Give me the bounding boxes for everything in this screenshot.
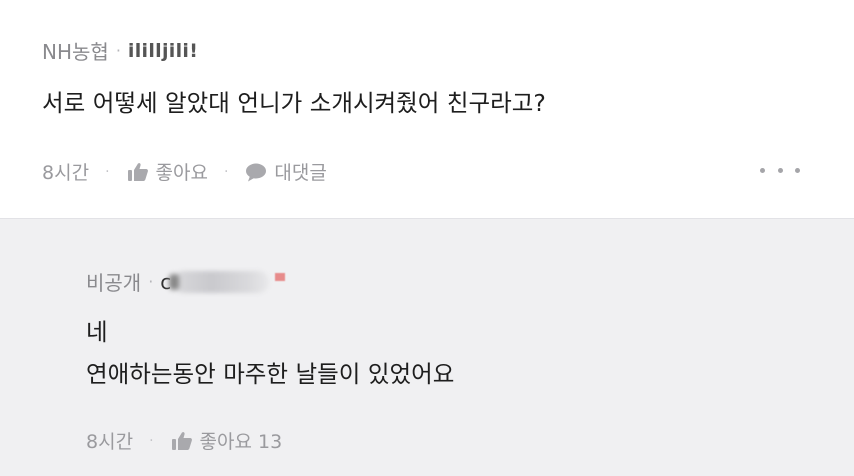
action-separator: ·: [149, 432, 154, 449]
comment-handle[interactable]: ililljili!: [128, 40, 198, 62]
reply-like-label: 좋아요 13: [199, 431, 283, 453]
more-dot: [760, 167, 765, 173]
thumbs-up-icon: [170, 430, 194, 452]
reply-label: 대댓글: [274, 162, 327, 184]
reply-actions: 8시간 · 좋아요 13: [86, 427, 282, 454]
reply-nickname[interactable]: 비공개: [86, 267, 141, 296]
action-separator: ·: [105, 163, 110, 180]
comment: NH농협 · ililljili! 서로 어떻세 알았대 언니가 소개시켜줬어 …: [0, 0, 854, 218]
reply-meta: 비공개 · c: [86, 267, 286, 296]
like-label: 좋아요: [155, 162, 208, 184]
meta-separator: ·: [148, 272, 154, 291]
blurred-handle: [173, 270, 270, 293]
reply-time: 8시간: [86, 431, 134, 453]
like-button[interactable]: 좋아요: [126, 158, 208, 185]
blurred-badge: [275, 272, 286, 281]
more-dots-icon[interactable]: [760, 160, 800, 180]
reply-text-line1: 네: [86, 318, 108, 346]
reply: 비공개 · c 네 연애하는동안 마주한 날들이 있었어요 8시간 · 좋아요 …: [0, 218, 854, 476]
thumbs-up-icon: [126, 161, 150, 183]
more-dot: [795, 167, 800, 173]
more-dot: [777, 167, 783, 173]
comment-nickname[interactable]: NH농협: [42, 36, 109, 65]
meta-separator: ·: [115, 41, 121, 60]
comment-meta: NH농협 · ililljili!: [42, 36, 198, 65]
comment-actions: 8시간 · 좋아요 · 대댓글: [42, 158, 327, 185]
speech-bubble-icon: [244, 161, 268, 183]
reply-button[interactable]: 대댓글: [244, 158, 327, 185]
action-separator: ·: [223, 163, 229, 180]
comment-time: 8시간: [42, 162, 90, 184]
reply-text-line2: 연애하는동안 마주한 날들이 있었어요: [86, 360, 455, 388]
comment-text: 서로 어떻세 알았대 언니가 소개시켜줬어 친구라고?: [42, 89, 546, 117]
reply-like-button[interactable]: 좋아요 13: [170, 427, 283, 454]
